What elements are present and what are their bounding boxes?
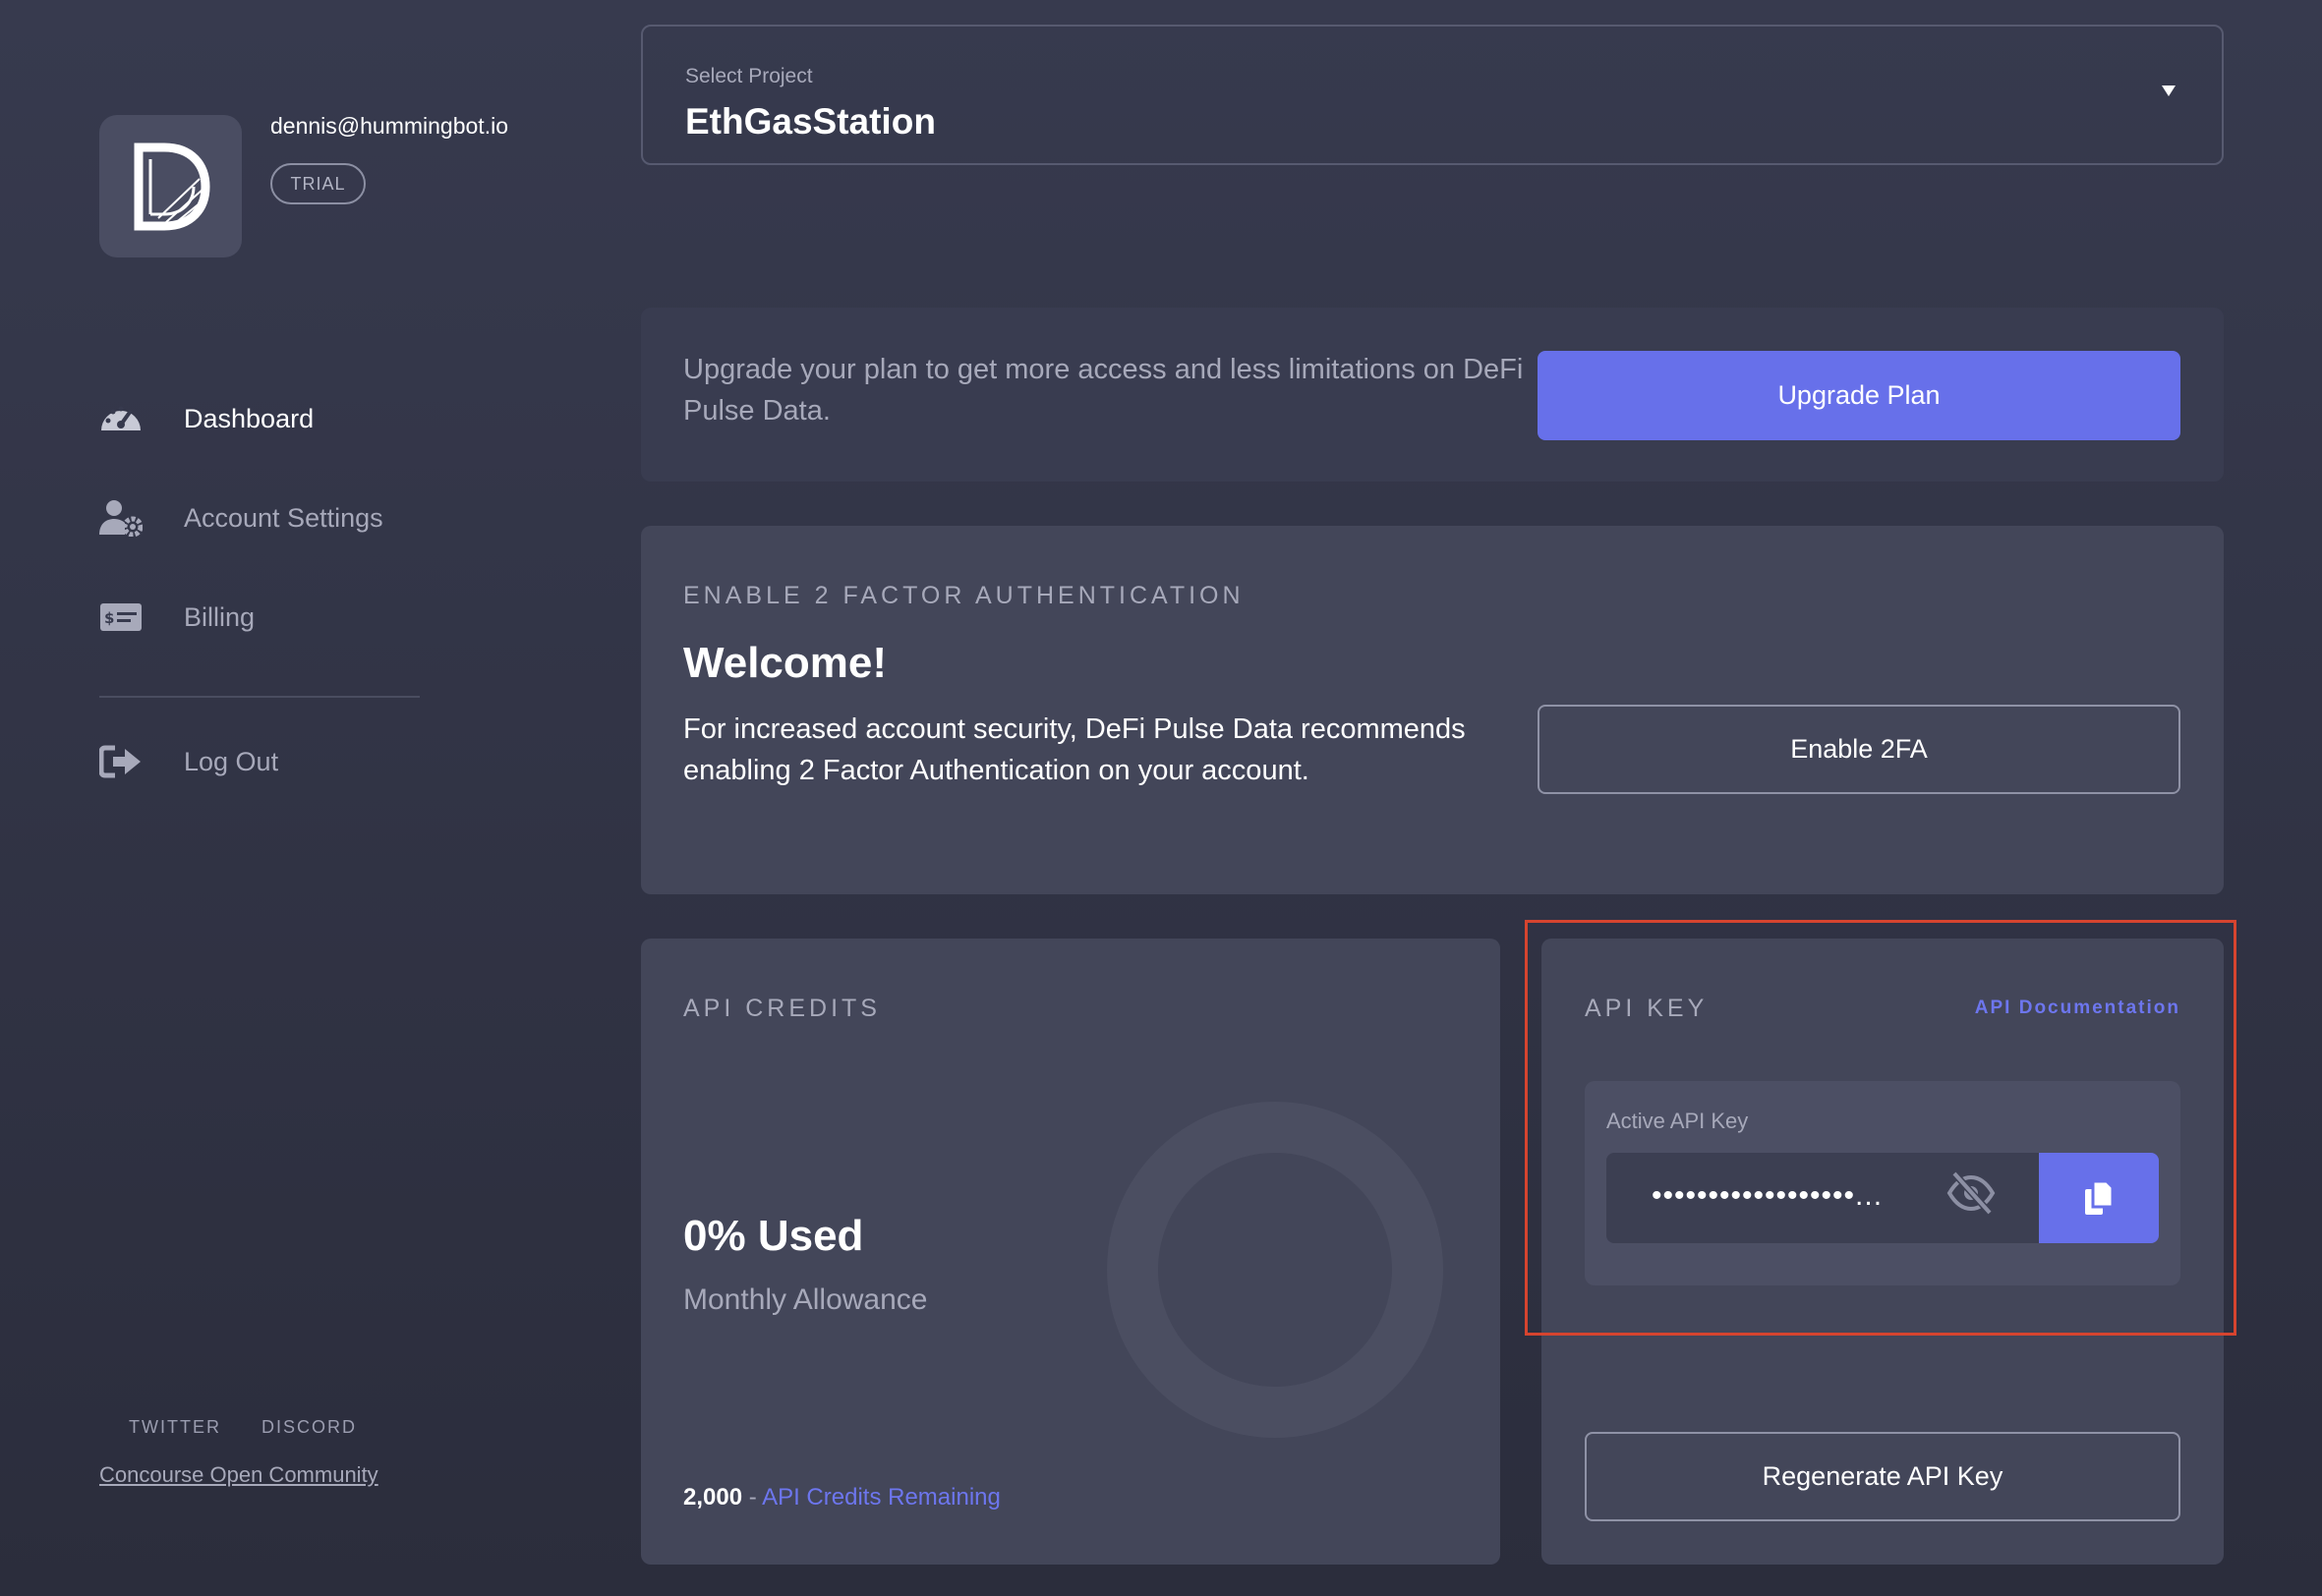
sidebar-item-label: Billing <box>184 601 256 632</box>
regenerate-api-key-button[interactable]: Regenerate API Key <box>1585 1432 2180 1521</box>
credits-allowance: Monthly Allowance <box>683 1283 928 1316</box>
caret-down-icon[interactable] <box>2162 86 2176 96</box>
credits-usage-ring <box>1107 1102 1443 1438</box>
sidebar-divider <box>99 696 420 698</box>
sidebar-item-billing[interactable]: $ Billing <box>99 593 255 642</box>
credits-remaining-value: 2,000 <box>683 1484 743 1510</box>
billing-card-icon: $ <box>99 598 143 637</box>
avatar <box>99 115 242 257</box>
project-select-label: Select Project <box>685 65 813 87</box>
twitter-link[interactable]: TWITTER <box>129 1417 221 1438</box>
project-select[interactable] <box>641 25 2224 165</box>
community-link[interactable]: Concourse Open Community <box>99 1462 378 1488</box>
sign-out-icon <box>99 742 143 781</box>
sidebar-item-label: Account Settings <box>184 502 383 533</box>
credits-remaining-label: API Credits Remaining <box>762 1484 1001 1510</box>
sidebar-item-logout[interactable]: Log Out <box>99 737 278 786</box>
twofa-title: Welcome! <box>683 639 888 687</box>
credits-remaining: 2,000 - API Credits Remaining <box>683 1484 1001 1511</box>
upgrade-plan-button[interactable]: Upgrade Plan <box>1538 351 2180 440</box>
highlight-box <box>1525 920 2236 1336</box>
twofa-heading: ENABLE 2 FACTOR AUTHENTICATION <box>683 582 1245 609</box>
d-logo-icon <box>134 142 210 230</box>
enable-2fa-button[interactable]: Enable 2FA <box>1538 705 2180 794</box>
sidebar-item-dashboard[interactable]: Dashboard <box>99 394 314 443</box>
twofa-description: For increased account security, DeFi Pul… <box>683 713 1466 786</box>
project-select-value: EthGasStation <box>685 101 936 142</box>
dashboard-gauge-icon <box>99 399 143 438</box>
plan-badge: TRIAL <box>270 163 366 204</box>
sidebar-item-label: Log Out <box>184 746 279 776</box>
credits-remaining-separator: - <box>748 1484 757 1510</box>
upgrade-text: Upgrade your plan to get more access and… <box>683 354 1524 427</box>
svg-text:$: $ <box>104 609 114 627</box>
sidebar-item-account-settings[interactable]: Account Settings <box>99 493 383 542</box>
api-credits-heading: API CREDITS <box>683 995 881 1022</box>
discord-link[interactable]: DISCORD <box>261 1417 357 1438</box>
user-cog-icon <box>99 498 143 538</box>
user-email: dennis@hummingbot.io <box>270 113 508 139</box>
sidebar-item-label: Dashboard <box>184 403 315 433</box>
credits-used: 0% Used <box>683 1212 864 1260</box>
